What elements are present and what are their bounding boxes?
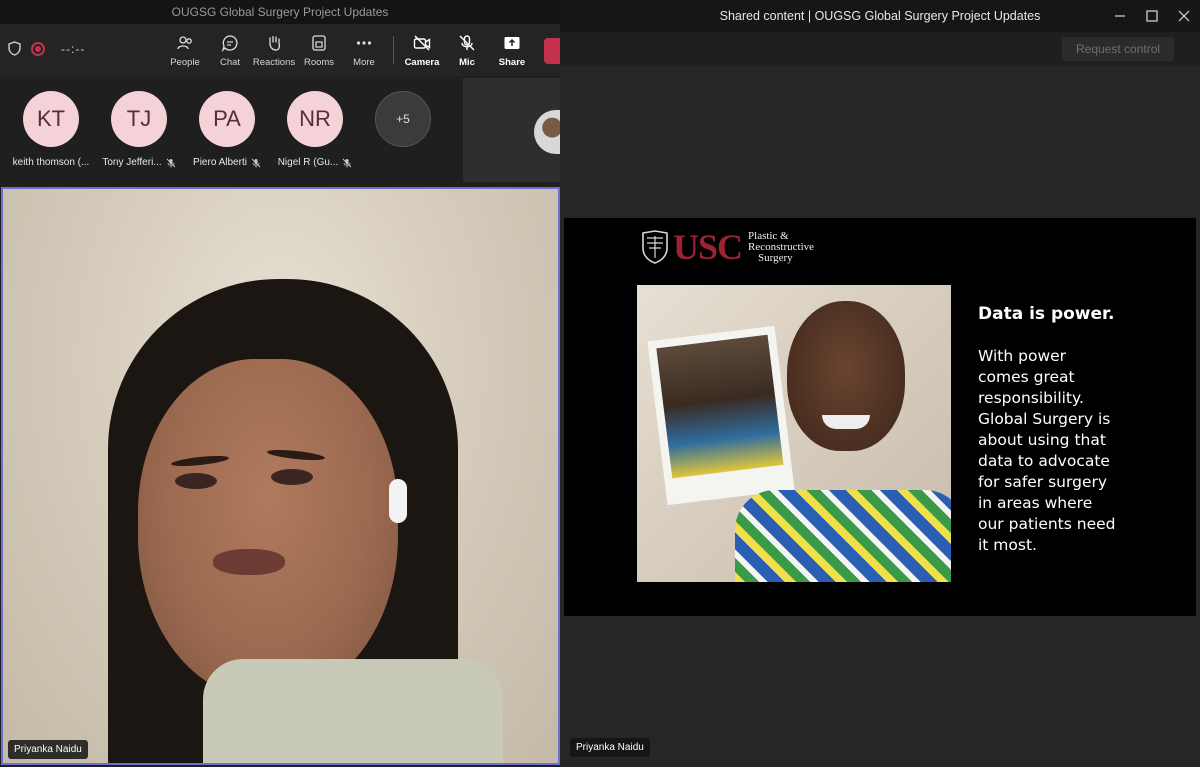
rooms-label: Rooms <box>303 57 335 68</box>
earbud <box>389 479 407 523</box>
rooms-icon <box>312 35 326 51</box>
mic-muted-icon <box>166 158 175 167</box>
participant-tile[interactable]: KT keith thomson (... <box>11 91 91 168</box>
maximize-icon[interactable] <box>1144 8 1160 24</box>
mic-button[interactable]: Mic <box>444 34 490 68</box>
participant-name: Piero Alberti <box>193 157 247 168</box>
participant-name: Tony Jefferi... <box>102 157 162 168</box>
camera-off-icon <box>413 35 431 51</box>
share-icon <box>504 37 520 49</box>
share-button[interactable]: Share <box>489 34 535 68</box>
people-icon <box>177 36 192 50</box>
participant-video-image <box>534 110 560 154</box>
speaker-lips <box>213 549 285 575</box>
more-label: More <box>353 57 375 68</box>
shared-window-title: Shared content | OUGSG Global Surgery Pr… <box>719 9 1041 23</box>
speaker-face <box>138 359 398 699</box>
minimize-icon[interactable] <box>1112 8 1128 24</box>
meeting-window: OUGSG Global Surgery Project Updates --:… <box>0 0 560 767</box>
camera-label: Camera <box>404 57 440 68</box>
more-button[interactable]: More <box>341 34 387 68</box>
chat-label: Chat <box>219 57 241 68</box>
meeting-title-bar: OUGSG Global Surgery Project Updates <box>0 0 560 24</box>
reactions-label: Reactions <box>252 57 296 68</box>
logo-sub-line: Surgery <box>758 251 793 264</box>
logo-sub-line: Plastic & <box>748 229 789 242</box>
mic-off-icon <box>459 35 475 51</box>
shared-content-window: Shared content | OUGSG Global Surgery Pr… <box>560 0 1200 767</box>
slide-heading: Data is power. <box>978 304 1115 324</box>
speaker-shirt <box>203 659 503 763</box>
active-speaker-video[interactable]: Priyanka Naidu <box>1 187 560 765</box>
shared-content-toolbar: Request control <box>560 32 1200 66</box>
participant-name: Nigel R (Gu... <box>277 157 339 168</box>
participant-tile[interactable]: NR Nigel R (Gu... <box>275 91 355 168</box>
rooms-button[interactable]: Rooms <box>296 34 342 68</box>
child-shirt <box>735 490 951 582</box>
reactions-button[interactable]: Reactions <box>251 34 297 68</box>
more-icon <box>356 41 372 45</box>
meeting-toolbar: --:-- People Chat Reactions Rooms More C… <box>0 24 560 76</box>
slide-text-block: Data is power. With power comes great re… <box>978 304 1188 556</box>
shared-title-bar: Shared content | OUGSG Global Surgery Pr… <box>560 0 1200 32</box>
more-participants-tile[interactable]: +5 <box>363 91 443 147</box>
participant-video-thumbnail[interactable] <box>463 78 560 182</box>
usc-seal-icon <box>642 230 668 264</box>
chat-icon <box>221 35 238 52</box>
camera-button[interactable]: Camera <box>399 34 445 68</box>
logo-sub-line: Reconstructive <box>748 240 815 253</box>
mic-label: Mic <box>459 57 475 68</box>
participant-name: keith thomson (... <box>12 157 90 168</box>
child-smile <box>822 415 870 429</box>
speaker-name-tag: Priyanka Naidu <box>8 740 88 759</box>
toolbar-divider <box>393 36 394 64</box>
slide-body: With power comes great responsibility. G… <box>978 347 1116 554</box>
participant-tile[interactable]: TJ Tony Jefferi... <box>99 91 179 168</box>
mic-muted-icon <box>251 158 261 167</box>
held-photograph <box>647 325 795 506</box>
avatar: NR <box>287 91 343 147</box>
participant-strip: KT keith thomson (... TJ Tony Jefferi...… <box>0 76 560 186</box>
avatar: PA <box>199 91 255 147</box>
usc-logo: USC Plastic & Reconstructive Surgery <box>641 227 815 267</box>
close-icon[interactable] <box>1176 8 1192 24</box>
leave-button[interactable] <box>544 38 560 64</box>
slide-photo <box>637 285 951 582</box>
chat-button[interactable]: Chat <box>207 34 253 68</box>
speaker-eye <box>271 469 313 485</box>
raise-hand-icon <box>269 35 281 51</box>
usc-logo-subtitle: Plastic & Reconstructive Surgery <box>748 229 815 264</box>
recording-icon <box>31 41 45 56</box>
usc-logo-text: USC <box>673 227 743 267</box>
presentation-slide: USC Plastic & Reconstructive Surgery Dat… <box>564 218 1196 616</box>
shield-icon[interactable] <box>8 41 21 56</box>
more-participants-count: +5 <box>375 91 431 147</box>
meeting-timer: --:-- <box>61 41 86 56</box>
participant-tile[interactable]: PA Piero Alberti <box>187 91 267 168</box>
share-label: Share <box>498 57 526 68</box>
people-button[interactable]: People <box>162 34 208 68</box>
mic-muted-icon <box>342 158 352 167</box>
people-label: People <box>170 57 200 68</box>
speaker-eye <box>175 473 217 489</box>
avatar: TJ <box>111 91 167 147</box>
presenter-name-tag: Priyanka Naidu <box>570 738 650 757</box>
request-control-button[interactable]: Request control <box>1062 37 1175 61</box>
avatar: KT <box>23 91 79 147</box>
